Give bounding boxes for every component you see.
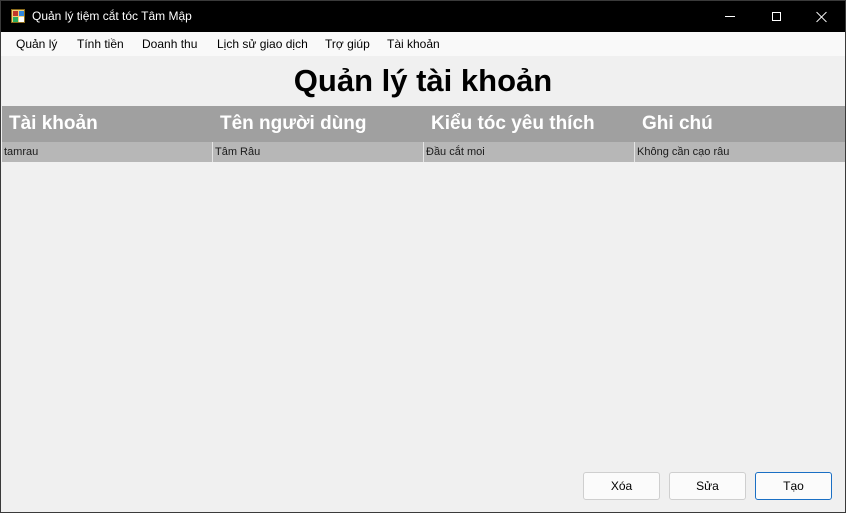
column-header-note[interactable]: Ghi chú [635, 106, 845, 142]
menu-item-quan-ly[interactable]: Quản lý [16, 37, 57, 51]
maximize-icon [771, 12, 781, 21]
table-header: Tài khoản Tên người dùng Kiểu tóc yêu th… [2, 106, 845, 142]
page-title: Quản lý tài khoản [293, 63, 553, 98]
column-header-favorite-hairstyle[interactable]: Kiểu tóc yêu thích [424, 106, 635, 142]
delete-button[interactable]: Xóa [583, 472, 660, 500]
menu-item-tro-giup[interactable]: Trợ giúp [325, 37, 370, 51]
table-cell-favorite-hairstyle[interactable]: Đầu cắt moi [424, 142, 635, 162]
window-title: Quản lý tiệm cắt tóc Tâm Mập [32, 9, 192, 23]
menu-item-tinh-tien[interactable]: Tính tiền [77, 37, 124, 51]
title-bar[interactable]: Quản lý tiệm cắt tóc Tâm Mập [1, 1, 845, 32]
minimize-icon [725, 16, 735, 17]
table-row[interactable]: tamrau Tâm Râu Đầu cắt moi Không cần cạo… [2, 142, 845, 162]
minimize-button[interactable] [707, 1, 753, 32]
menu-item-tai-khoan[interactable]: Tài khoản [387, 37, 440, 51]
close-button[interactable] [799, 1, 845, 32]
column-header-account[interactable]: Tài khoản [2, 106, 213, 142]
close-icon [816, 11, 828, 23]
maximize-button[interactable] [753, 1, 799, 32]
app-window: Quản lý tiệm cắt tóc Tâm Mập Quản lý Tín… [0, 0, 846, 513]
menu-item-doanh-thu[interactable]: Doanh thu [142, 37, 197, 51]
table-cell-account[interactable]: tamrau [2, 142, 213, 162]
create-button[interactable]: Tạo [755, 472, 832, 500]
menu-item-lich-su-giao-dich[interactable]: Lịch sử giao dịch [217, 37, 308, 51]
menu-bar: Quản lý Tính tiền Doanh thu Lịch sử giao… [1, 32, 845, 56]
column-header-username[interactable]: Tên người dùng [213, 106, 424, 142]
table-cell-note[interactable]: Không cần cạo râu [635, 142, 845, 162]
app-icon[interactable] [11, 9, 25, 23]
edit-button[interactable]: Sửa [669, 472, 746, 500]
accounts-table[interactable]: Tài khoản Tên người dùng Kiểu tóc yêu th… [2, 106, 845, 162]
table-cell-username[interactable]: Tâm Râu [213, 142, 424, 162]
